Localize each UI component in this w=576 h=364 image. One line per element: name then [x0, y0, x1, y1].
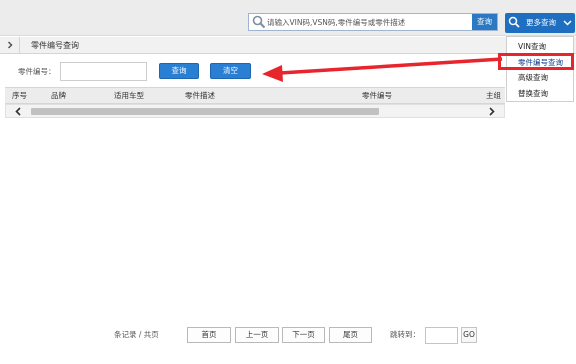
column-header: 序号 [12, 91, 27, 100]
chevron-left-icon[interactable] [14, 107, 23, 116]
global-search-input[interactable] [267, 14, 471, 30]
jump-page-input[interactable] [425, 327, 458, 344]
part-number-label: 零件编号： [18, 67, 56, 76]
page-title: 零件编号查询 [31, 41, 79, 50]
highlight-box [498, 53, 574, 70]
global-search-box: 查询 [248, 13, 498, 31]
column-header: 品牌 [51, 91, 66, 100]
dropdown-item-advanced[interactable]: 高级查询 [507, 70, 573, 85]
sidebar-toggle-button[interactable] [0, 37, 20, 53]
scrollbar-thumb[interactable] [31, 108, 379, 115]
clear-button[interactable]: 清空 [210, 63, 251, 79]
chevron-right-icon [7, 41, 13, 49]
global-search-button[interactable]: 查询 [472, 14, 497, 30]
go-button[interactable]: GO [461, 327, 477, 343]
search-icon [252, 15, 266, 29]
dropdown-item-vin[interactable]: VIN查询 [507, 39, 573, 54]
results-table-header: 序号 品牌 适用车型 零件描述 零件编号 主组 [5, 87, 505, 104]
more-search-button[interactable]: 更多查询 [505, 13, 575, 33]
next-page-button[interactable]: 下一页 [282, 327, 325, 343]
column-header: 适用车型 [114, 91, 144, 100]
record-summary: 条记录 / 共页 [114, 330, 159, 339]
part-number-input[interactable] [60, 62, 147, 81]
column-header: 零件描述 [185, 91, 215, 100]
column-header: 主组 [486, 91, 501, 100]
dropdown-item-replacement[interactable]: 替换查询 [507, 86, 573, 101]
last-page-button[interactable]: 尾页 [329, 327, 372, 343]
first-page-button[interactable]: 首页 [187, 327, 231, 343]
column-header: 零件编号 [362, 91, 392, 100]
chevron-down-icon [563, 20, 572, 26]
annotation-arrow [262, 57, 503, 82]
top-toolbar: 查询 更多查询 [0, 0, 576, 36]
chevron-right-icon[interactable] [487, 107, 496, 116]
jump-label: 跳转到： [390, 330, 420, 339]
breadcrumb: 零件编号查询 [0, 37, 576, 54]
search-icon [508, 16, 520, 28]
horizontal-scrollbar[interactable] [5, 104, 505, 118]
prev-page-button[interactable]: 上一页 [235, 327, 279, 343]
query-button[interactable]: 查询 [159, 63, 199, 79]
more-search-label: 更多查询 [526, 18, 556, 27]
